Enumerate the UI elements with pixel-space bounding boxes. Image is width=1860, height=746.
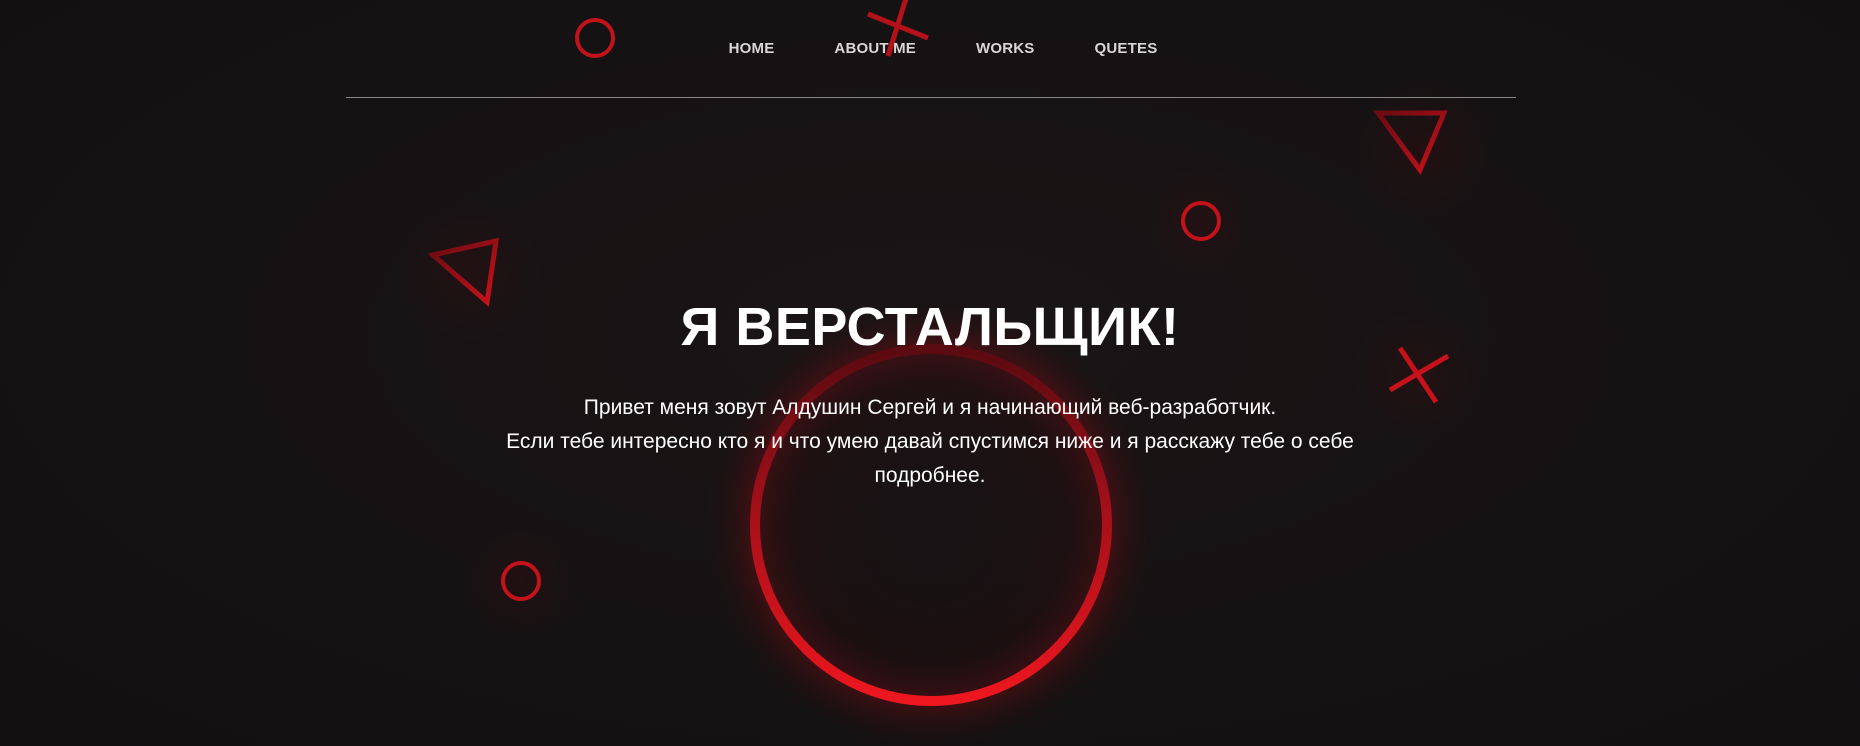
main-nav: HOME ABOUT ME WORKS QUETES [346, 40, 1516, 57]
nav-item-home[interactable]: HOME [729, 40, 775, 57]
nav-item-works[interactable]: WORKS [976, 40, 1035, 57]
background-decorations [400, 0, 1494, 746]
hero-description-line-1: Привет меня зовут Алдушин Сергей и я нач… [583, 396, 1277, 419]
hero-title: Я ВЕРСТАЛЬЩИК! [680, 297, 1180, 357]
site-header: HOME ABOUT ME WORKS QUETES [346, 0, 1516, 98]
nav-item-quetes[interactable]: QUETES [1095, 40, 1158, 57]
hero-description-line-2: Если тебе интересно кто я и что умею дав… [506, 430, 1354, 487]
large-ring-decoration [706, 300, 1156, 746]
nav-item-about-me[interactable]: ABOUT ME [834, 40, 916, 57]
hero-description: Привет меня зовут Алдушин Сергей и я нач… [470, 391, 1390, 493]
